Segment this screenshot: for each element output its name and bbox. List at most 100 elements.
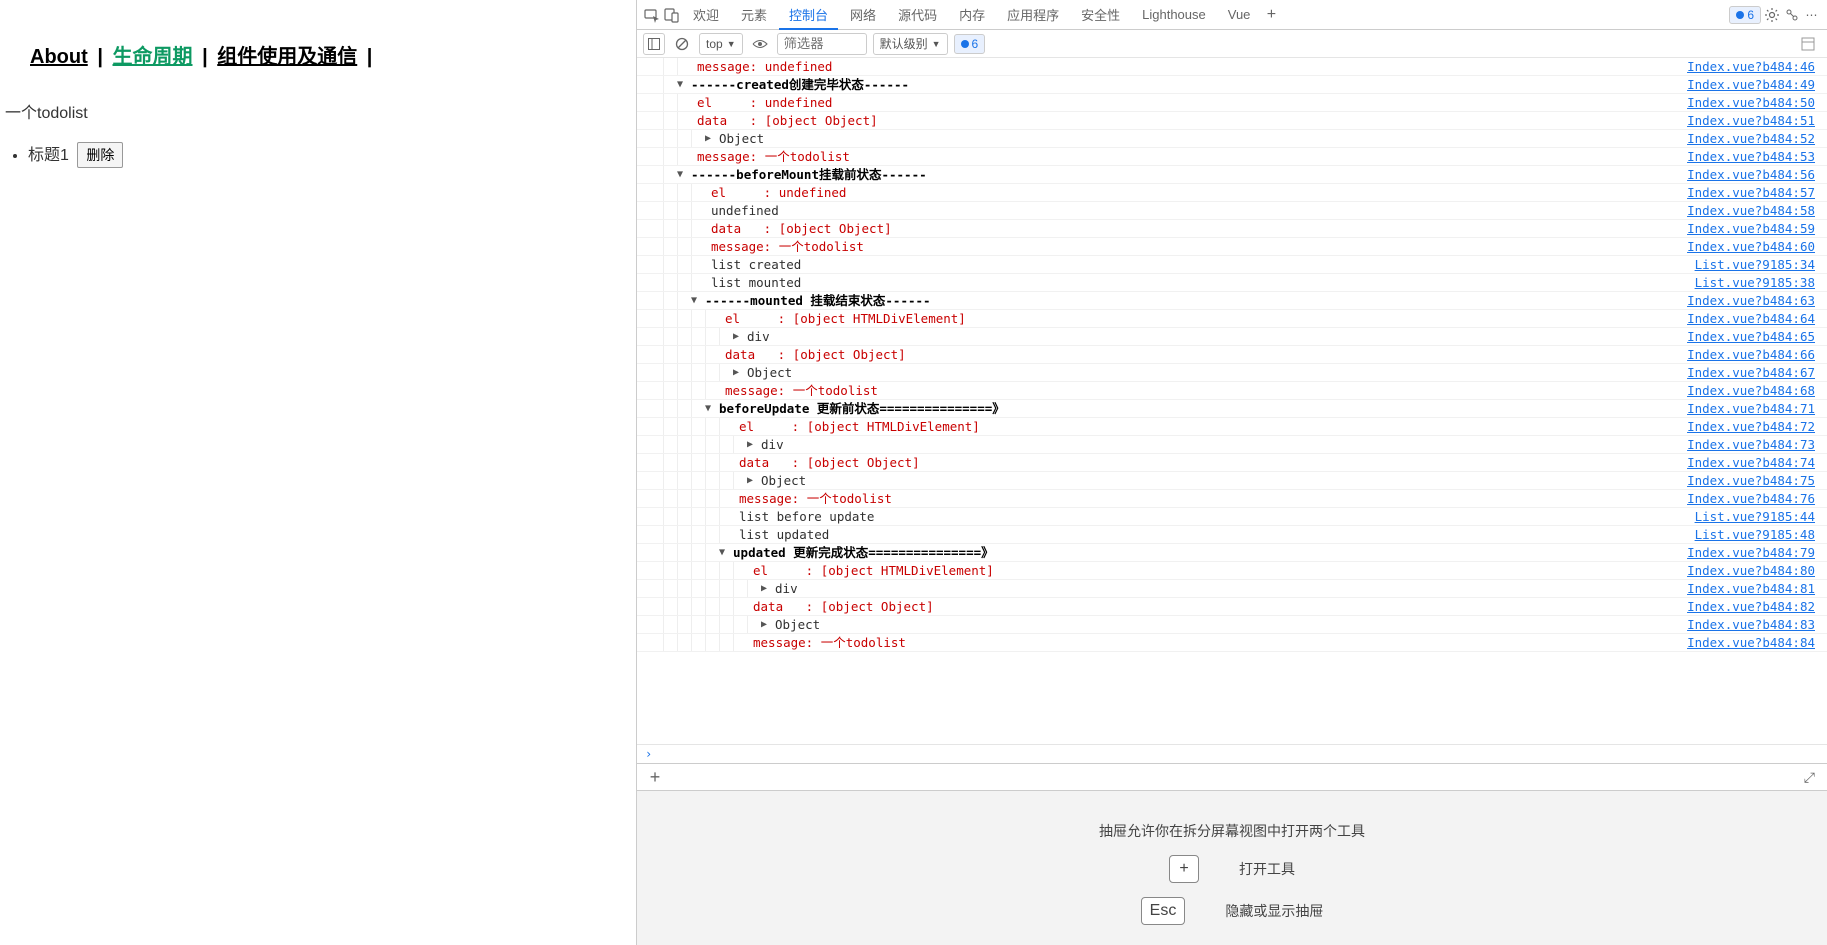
source-link[interactable]: List.vue?9185:44 bbox=[1695, 508, 1819, 525]
source-link[interactable]: Index.vue?b484:51 bbox=[1687, 112, 1819, 129]
console-row[interactable]: undefinedIndex.vue?b484:58 bbox=[637, 202, 1827, 220]
console-row[interactable]: data : [object Object]Index.vue?b484:59 bbox=[637, 220, 1827, 238]
expand-arrow-icon[interactable]: ▶ bbox=[761, 580, 767, 597]
source-link[interactable]: List.vue?9185:48 bbox=[1695, 526, 1819, 543]
tab-memory[interactable]: 内存 bbox=[949, 0, 995, 30]
tab-add-icon[interactable]: + bbox=[1262, 6, 1280, 24]
console-row[interactable]: data : [object Object]Index.vue?b484:74 bbox=[637, 454, 1827, 472]
source-link[interactable]: Index.vue?b484:53 bbox=[1687, 148, 1819, 165]
source-link[interactable]: Index.vue?b484:74 bbox=[1687, 454, 1819, 471]
console-row[interactable]: ▼------mounted 挂载结束状态------Index.vue?b48… bbox=[637, 292, 1827, 310]
expand-arrow-icon[interactable]: ▶ bbox=[705, 130, 711, 147]
inspect-icon[interactable] bbox=[643, 6, 661, 24]
source-link[interactable]: Index.vue?b484:60 bbox=[1687, 238, 1819, 255]
source-link[interactable]: Index.vue?b484:80 bbox=[1687, 562, 1819, 579]
source-link[interactable]: Index.vue?b484:68 bbox=[1687, 382, 1819, 399]
tab-application[interactable]: 应用程序 bbox=[997, 0, 1069, 30]
nav-comm[interactable]: 组件使用及通信 bbox=[217, 46, 357, 68]
source-link[interactable]: List.vue?9185:38 bbox=[1695, 274, 1819, 291]
console-prompt[interactable]: › bbox=[637, 744, 1827, 763]
console-row[interactable]: data : [object Object]Index.vue?b484:66 bbox=[637, 346, 1827, 364]
console-row[interactable]: message: 一个todolistIndex.vue?b484:53 bbox=[637, 148, 1827, 166]
console-row[interactable]: ▶ObjectIndex.vue?b484:83 bbox=[637, 616, 1827, 634]
settings-icon[interactable] bbox=[1763, 6, 1781, 24]
source-link[interactable]: Index.vue?b484:52 bbox=[1687, 130, 1819, 147]
issues-badge[interactable]: 6 bbox=[1729, 6, 1761, 24]
console-row[interactable]: list mountedList.vue?9185:38 bbox=[637, 274, 1827, 292]
console-row[interactable]: message: 一个todolistIndex.vue?b484:76 bbox=[637, 490, 1827, 508]
expand-arrow-icon[interactable]: ▶ bbox=[733, 328, 739, 345]
drawer-add-tab-icon[interactable]: + bbox=[645, 767, 665, 788]
console-output[interactable]: message: undefinedIndex.vue?b484:46▼----… bbox=[637, 58, 1827, 744]
expand-arrow-icon[interactable]: ▼ bbox=[691, 292, 697, 309]
console-row[interactable]: list updatedList.vue?9185:48 bbox=[637, 526, 1827, 544]
console-row[interactable]: ▼updated 更新完成状态===============》Index.vue… bbox=[637, 544, 1827, 562]
tab-sources[interactable]: 源代码 bbox=[888, 0, 947, 30]
source-link[interactable]: Index.vue?b484:83 bbox=[1687, 616, 1819, 633]
console-row[interactable]: message: 一个todolistIndex.vue?b484:68 bbox=[637, 382, 1827, 400]
drawer-expand-icon[interactable]: ⤢ bbox=[1800, 769, 1819, 786]
source-link[interactable]: Index.vue?b484:66 bbox=[1687, 346, 1819, 363]
live-expression-icon[interactable] bbox=[749, 33, 771, 55]
console-row[interactable]: message: 一个todolistIndex.vue?b484:60 bbox=[637, 238, 1827, 256]
console-settings-icon[interactable] bbox=[1795, 37, 1821, 51]
expand-arrow-icon[interactable]: ▶ bbox=[747, 436, 753, 453]
expand-arrow-icon[interactable]: ▼ bbox=[677, 76, 683, 93]
source-link[interactable]: Index.vue?b484:71 bbox=[1687, 400, 1819, 417]
nav-lifecycle[interactable]: 生命周期 bbox=[113, 46, 193, 68]
source-link[interactable]: Index.vue?b484:63 bbox=[1687, 292, 1819, 309]
context-selector[interactable]: top ▼ bbox=[699, 33, 743, 55]
source-link[interactable]: Index.vue?b484:75 bbox=[1687, 472, 1819, 489]
more-icon[interactable]: ⋯ bbox=[1803, 6, 1821, 24]
source-link[interactable]: Index.vue?b484:73 bbox=[1687, 436, 1819, 453]
source-link[interactable]: Index.vue?b484:79 bbox=[1687, 544, 1819, 561]
console-row[interactable]: ▶ObjectIndex.vue?b484:67 bbox=[637, 364, 1827, 382]
console-row[interactable]: list before updateList.vue?9185:44 bbox=[637, 508, 1827, 526]
console-row[interactable]: ▶ObjectIndex.vue?b484:75 bbox=[637, 472, 1827, 490]
source-link[interactable]: Index.vue?b484:57 bbox=[1687, 184, 1819, 201]
dock-icon[interactable] bbox=[1783, 6, 1801, 24]
source-link[interactable]: List.vue?9185:34 bbox=[1695, 256, 1819, 273]
expand-arrow-icon[interactable]: ▶ bbox=[747, 472, 753, 489]
source-link[interactable]: Index.vue?b484:76 bbox=[1687, 490, 1819, 507]
filter-count-badge[interactable]: 6 bbox=[954, 34, 986, 54]
console-row[interactable]: el : [object HTMLDivElement]Index.vue?b4… bbox=[637, 418, 1827, 436]
expand-arrow-icon[interactable]: ▼ bbox=[705, 400, 711, 417]
expand-arrow-icon[interactable]: ▶ bbox=[761, 616, 767, 633]
console-row[interactable]: ▶divIndex.vue?b484:73 bbox=[637, 436, 1827, 454]
source-link[interactable]: Index.vue?b484:84 bbox=[1687, 634, 1819, 651]
device-toggle-icon[interactable] bbox=[663, 6, 681, 24]
tab-elements[interactable]: 元素 bbox=[731, 0, 777, 30]
source-link[interactable]: Index.vue?b484:65 bbox=[1687, 328, 1819, 345]
tab-vue[interactable]: Vue bbox=[1218, 1, 1261, 28]
console-row[interactable]: data : [object Object]Index.vue?b484:82 bbox=[637, 598, 1827, 616]
tab-security[interactable]: 安全性 bbox=[1071, 0, 1130, 30]
source-link[interactable]: Index.vue?b484:56 bbox=[1687, 166, 1819, 183]
source-link[interactable]: Index.vue?b484:72 bbox=[1687, 418, 1819, 435]
console-row[interactable]: el : undefinedIndex.vue?b484:50 bbox=[637, 94, 1827, 112]
tab-welcome[interactable]: 欢迎 bbox=[683, 0, 729, 30]
console-row[interactable]: el : [object HTMLDivElement]Index.vue?b4… bbox=[637, 310, 1827, 328]
filter-input[interactable] bbox=[777, 33, 867, 55]
source-link[interactable]: Index.vue?b484:82 bbox=[1687, 598, 1819, 615]
source-link[interactable]: Index.vue?b484:58 bbox=[1687, 202, 1819, 219]
console-row[interactable]: el : undefinedIndex.vue?b484:57 bbox=[637, 184, 1827, 202]
console-row[interactable]: ▼------created创建完毕状态------Index.vue?b484… bbox=[637, 76, 1827, 94]
source-link[interactable]: Index.vue?b484:64 bbox=[1687, 310, 1819, 327]
console-row[interactable]: message: 一个todolistIndex.vue?b484:84 bbox=[637, 634, 1827, 652]
clear-console-icon[interactable] bbox=[671, 33, 693, 55]
tab-network[interactable]: 网络 bbox=[840, 0, 886, 30]
console-row[interactable]: ▼------beforeMount挂载前状态------Index.vue?b… bbox=[637, 166, 1827, 184]
console-row[interactable]: ▶divIndex.vue?b484:81 bbox=[637, 580, 1827, 598]
sidebar-toggle-icon[interactable] bbox=[643, 33, 665, 55]
expand-arrow-icon[interactable]: ▼ bbox=[719, 544, 725, 561]
source-link[interactable]: Index.vue?b484:46 bbox=[1687, 58, 1819, 75]
tab-console[interactable]: 控制台 bbox=[779, 0, 838, 30]
console-row[interactable]: ▼beforeUpdate 更新前状态===============》Index… bbox=[637, 400, 1827, 418]
source-link[interactable]: Index.vue?b484:59 bbox=[1687, 220, 1819, 237]
console-row[interactable]: list createdList.vue?9185:34 bbox=[637, 256, 1827, 274]
source-link[interactable]: Index.vue?b484:50 bbox=[1687, 94, 1819, 111]
source-link[interactable]: Index.vue?b484:67 bbox=[1687, 364, 1819, 381]
nav-about[interactable]: About bbox=[30, 46, 88, 68]
console-row[interactable]: message: undefinedIndex.vue?b484:46 bbox=[637, 58, 1827, 76]
